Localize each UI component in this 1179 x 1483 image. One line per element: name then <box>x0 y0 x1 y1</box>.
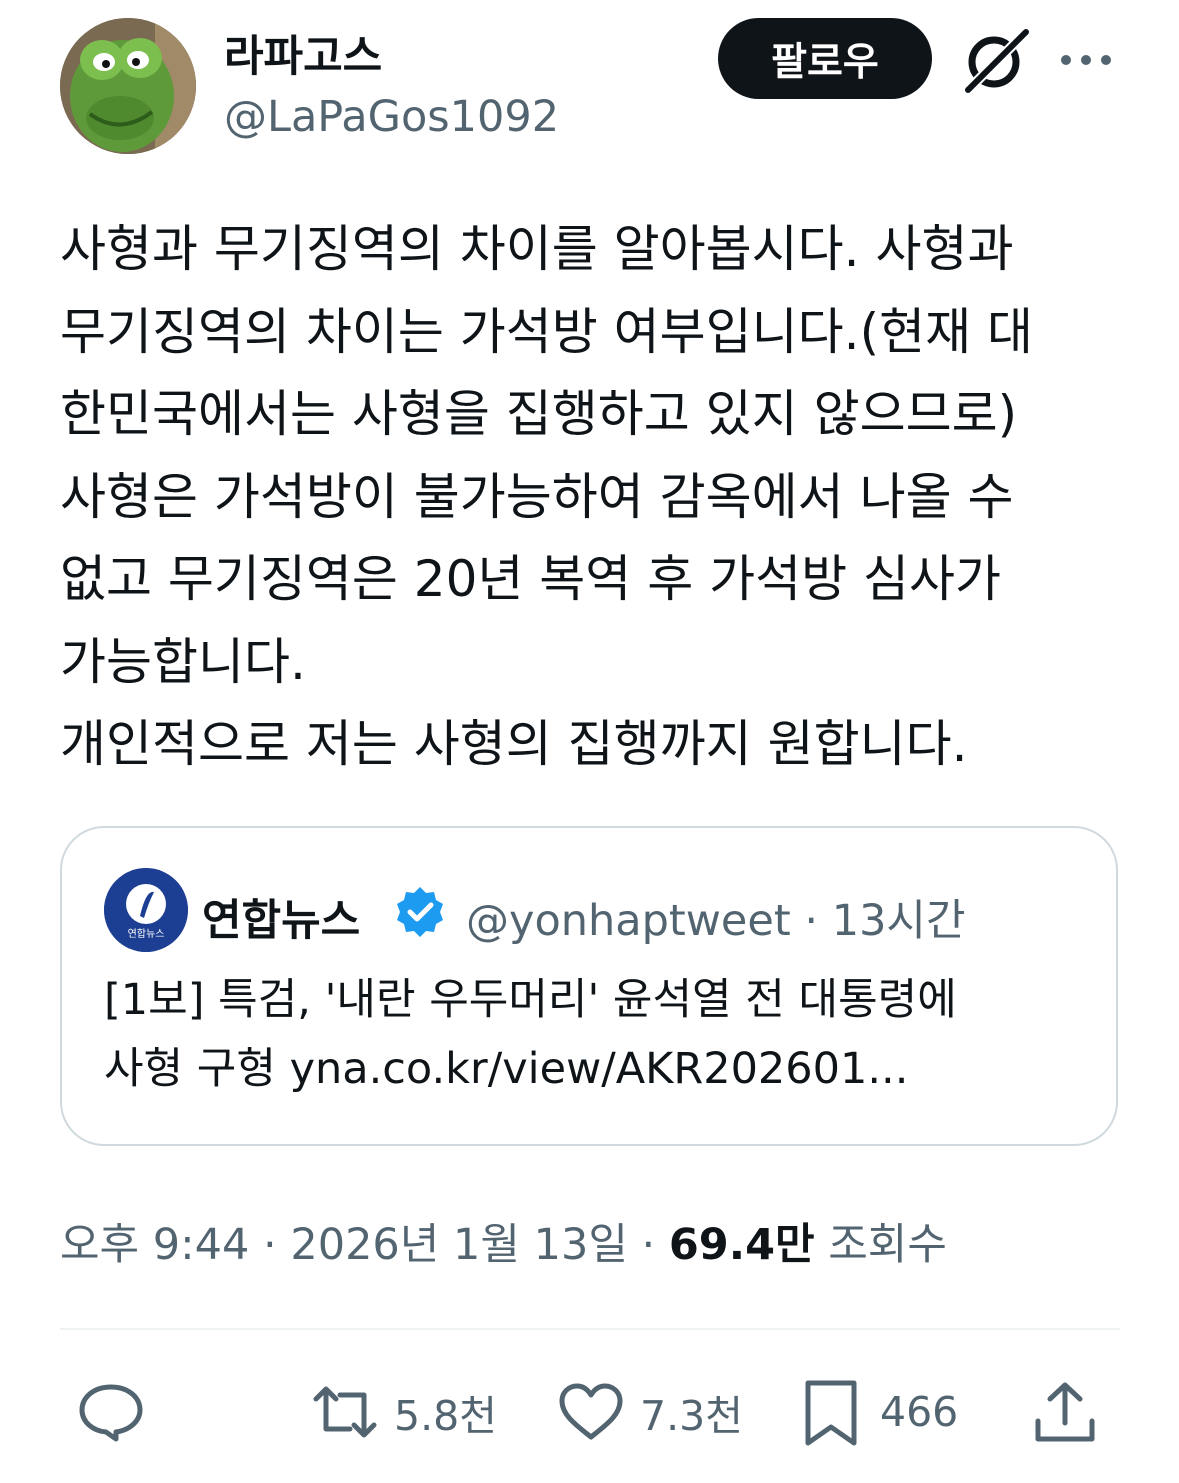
avatar[interactable] <box>60 18 196 154</box>
tweet-text-line: 무기징역의 차이는 가석방 여부입니다.(현재 대 <box>60 302 1033 361</box>
bookmark-button[interactable]: 466 <box>796 1374 958 1450</box>
bookmark-count: 466 <box>880 1388 959 1436</box>
tweet-metadata: 오후 9:44 · 2026년 1월 13일 · 69.4만 조회수 <box>60 1210 947 1272</box>
quote-handle-time: @yonhaptweet · 13시간 <box>466 896 966 946</box>
quote-tweet-card[interactable]: 연합뉴스 연합뉴스 @yonhaptweet · 13시간 [1보] 특검, '… <box>60 826 1118 1146</box>
like-count: 7.3천 <box>640 1392 743 1440</box>
reply-icon <box>79 1384 143 1442</box>
share-button[interactable] <box>1030 1374 1100 1450</box>
tweet-text-line: 사형과 무기징역의 차이를 알아봅시다. 사형과 <box>60 220 1014 278</box>
follow-button[interactable]: 팔로우 <box>718 18 932 99</box>
retweet-icon <box>313 1386 377 1438</box>
share-icon <box>1035 1382 1095 1442</box>
heart-icon <box>559 1383 623 1440</box>
kermit-avatar-icon <box>60 18 196 154</box>
views-label: 조회수 <box>814 1220 947 1270</box>
tweet-text-line: 없고 무기징역은 20년 복역 후 가석방 심사가 <box>60 550 1001 608</box>
tweet-text-line: 가능합니다. <box>60 632 306 691</box>
author-handle[interactable]: @LaPaGos1092 <box>224 92 559 142</box>
timestamp[interactable]: 오후 9:44 · 2026년 1월 13일 · <box>60 1220 669 1270</box>
grok-icon[interactable] <box>962 28 1030 94</box>
tweet-text-line: 사형은 가석방이 불가능하여 감옥에서 나올 수 <box>60 467 1014 526</box>
retweet-count: 5.8천 <box>394 1392 497 1440</box>
bookmark-icon <box>805 1380 857 1446</box>
verified-badge-icon <box>392 884 448 940</box>
tweet-text-line: 한민국에서는 사형을 집행하고 있지 않으므로) <box>60 385 1018 443</box>
retweet-button[interactable]: 5.8천 <box>310 1374 497 1450</box>
quote-avatar[interactable]: 연합뉴스 <box>104 868 188 952</box>
quote-text-line: [1보] 특검, '내란 우두머리' 윤석열 전 대통령에 <box>104 975 957 1025</box>
yonhap-logo-label: 연합뉴스 <box>128 928 165 940</box>
yonhap-logo-icon: 연합뉴스 <box>104 868 188 952</box>
tweet-text: 사형과 무기징역의 차이를 알아봅시다. 사형과 무기징역의 차이는 가석방 여… <box>60 208 1130 786</box>
like-button[interactable]: 7.3천 <box>556 1374 743 1450</box>
quote-author-name[interactable]: 연합뉴스 <box>202 886 360 948</box>
author-display-name[interactable]: 라파고스 <box>224 22 382 84</box>
divider <box>60 1328 1120 1330</box>
views-count: 69.4만 <box>668 1220 815 1270</box>
quote-text: [1보] 특검, '내란 우두머리' 윤석열 전 대통령에 사형 구형 yna.… <box>104 966 1064 1104</box>
quote-text-line: 사형 구형 yna.co.kr/view/AKR202601... <box>104 1044 909 1094</box>
reply-button[interactable] <box>76 1374 146 1450</box>
more-horizontal-icon[interactable] <box>1056 38 1116 82</box>
tweet-text-line: 개인적으로 저는 사형의 집행까지 원합니다. <box>60 715 968 773</box>
